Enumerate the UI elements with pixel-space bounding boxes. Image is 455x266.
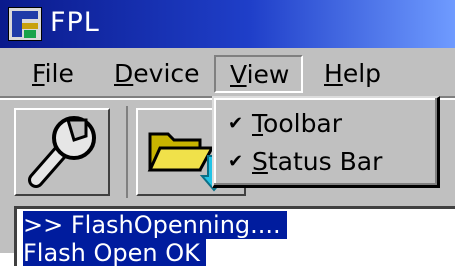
output-log[interactable]: >> FlashOpenning.... Flash Open OK bbox=[14, 206, 455, 266]
checkmark-icon: ✔ bbox=[228, 113, 244, 134]
menu-item-label: Toolbar bbox=[252, 109, 343, 138]
menu-view[interactable]: View bbox=[214, 55, 304, 93]
wrench-icon bbox=[28, 116, 96, 188]
menu-help[interactable]: Help bbox=[318, 57, 387, 91]
checkmark-icon: ✔ bbox=[228, 151, 244, 172]
menu-device[interactable]: Device bbox=[108, 57, 206, 91]
window-title: FPL bbox=[50, 7, 100, 38]
menu-file[interactable]: File bbox=[26, 57, 80, 91]
settings-button[interactable] bbox=[14, 108, 110, 196]
app-icon[interactable] bbox=[8, 7, 42, 41]
menu-item-toolbar[interactable]: ✔ Toolbar bbox=[218, 105, 434, 143]
app-window: FPL File Device View Help >> FlashOpenni… bbox=[0, 0, 455, 266]
view-dropdown-menu: ✔ Toolbar ✔ Status Bar bbox=[212, 96, 440, 188]
menu-bar: File Device View Help bbox=[0, 50, 455, 96]
toolbar-separator bbox=[126, 106, 128, 198]
title-bar[interactable]: FPL bbox=[0, 0, 455, 48]
log-line: >> FlashOpenning.... bbox=[23, 211, 287, 239]
menu-item-status-bar[interactable]: ✔ Status Bar bbox=[218, 143, 434, 181]
menu-item-label: Status Bar bbox=[252, 147, 383, 176]
